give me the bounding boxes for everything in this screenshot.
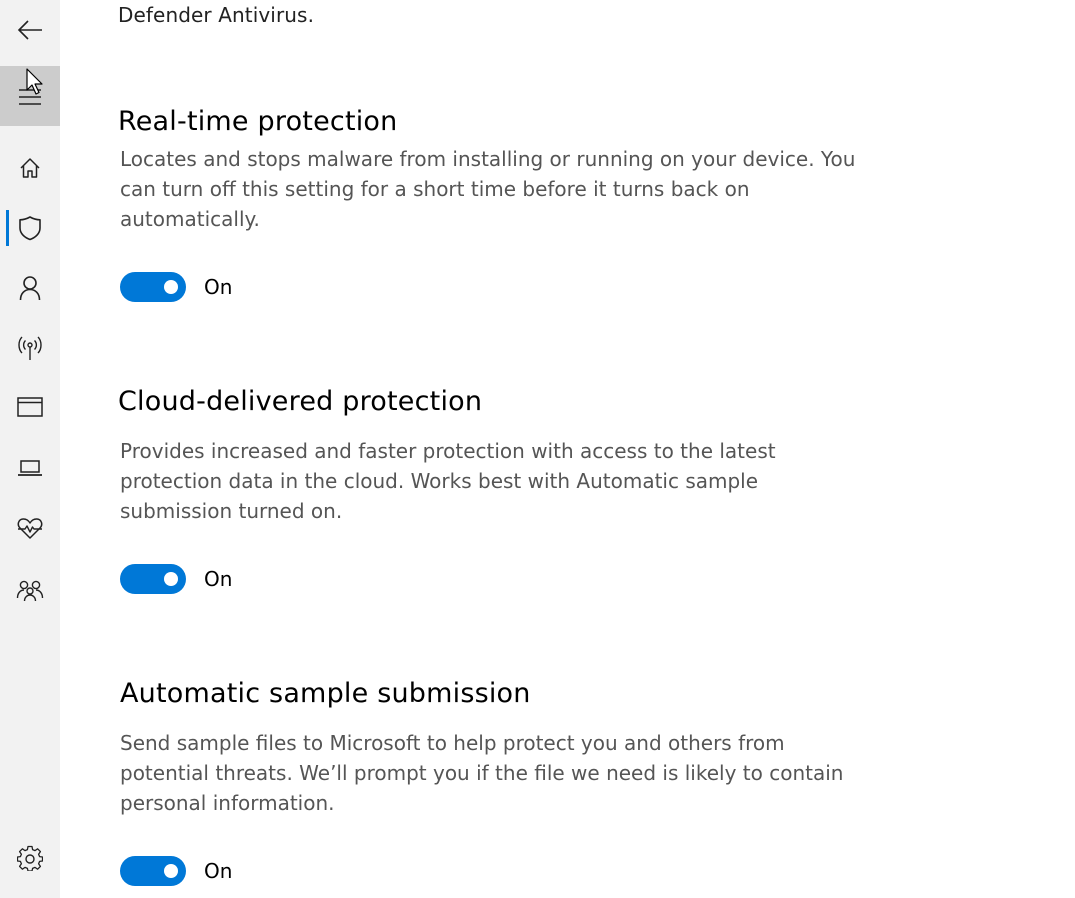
shield-icon (19, 216, 41, 241)
section-description-real-time-protection: Locates and stops malware from installin… (120, 147, 856, 231)
sidebar-item-virus-protection[interactable] (0, 198, 60, 258)
sidebar-item-family-options[interactable] (0, 560, 60, 620)
section-description-cloud-delivered-protection: Provides increased and faster protection… (120, 439, 776, 523)
wireless-antenna-icon (18, 336, 42, 360)
toggle-state-label: On (204, 275, 233, 299)
automatic-sample-submission-toggle[interactable] (120, 856, 186, 886)
sidebar-item-firewall-network[interactable] (0, 318, 60, 378)
family-icon (16, 580, 44, 602)
toggle-knob (164, 280, 178, 294)
home-icon (20, 158, 40, 178)
toggle-knob (164, 864, 178, 878)
hamburger-menu-icon (19, 89, 41, 105)
real-time-protection-toggle[interactable] (120, 272, 186, 302)
main-content: Defender Antivirus. Real-time protection… (60, 0, 1075, 898)
sidebar-item-app-browser-control[interactable] (0, 377, 60, 437)
sidebar-item-device-performance-health[interactable] (0, 498, 60, 558)
gear-icon (17, 845, 43, 871)
toggle-knob (164, 572, 178, 586)
heart-pulse-icon (17, 518, 43, 539)
back-button[interactable] (0, 0, 60, 60)
sidebar-nav (0, 0, 60, 898)
back-arrow-icon (17, 20, 42, 40)
section-title-automatic-sample-submission: Automatic sample submission (120, 678, 531, 709)
section-title-cloud-delivered-protection: Cloud-delivered protection (118, 386, 483, 417)
section-title-real-time-protection: Real-time protection (118, 106, 398, 137)
laptop-icon (18, 460, 42, 476)
toggle-state-label: On (204, 567, 233, 591)
toggle-row-cloud-delivered-protection: On (120, 564, 232, 594)
app-browser-window-icon (17, 397, 43, 417)
selected-indicator (6, 210, 9, 246)
section-description-automatic-sample-submission: Send sample files to Microsoft to help p… (120, 731, 844, 815)
sidebar-item-home[interactable] (0, 138, 60, 198)
windows-security-app: Defender Antivirus. Real-time protection… (0, 0, 1075, 898)
toggle-row-real-time-protection: On (120, 272, 232, 302)
toggle-state-label: On (204, 859, 233, 883)
sidebar-item-device-security[interactable] (0, 438, 60, 498)
sidebar-item-account-protection[interactable] (0, 258, 60, 318)
toggle-row-automatic-sample-submission: On (120, 856, 232, 886)
person-icon (19, 276, 41, 301)
cloud-delivered-protection-toggle[interactable] (120, 564, 186, 594)
settings-button[interactable] (0, 828, 60, 888)
intro-text: Defender Antivirus. (118, 3, 315, 27)
hamburger-menu-button[interactable] (0, 66, 60, 126)
